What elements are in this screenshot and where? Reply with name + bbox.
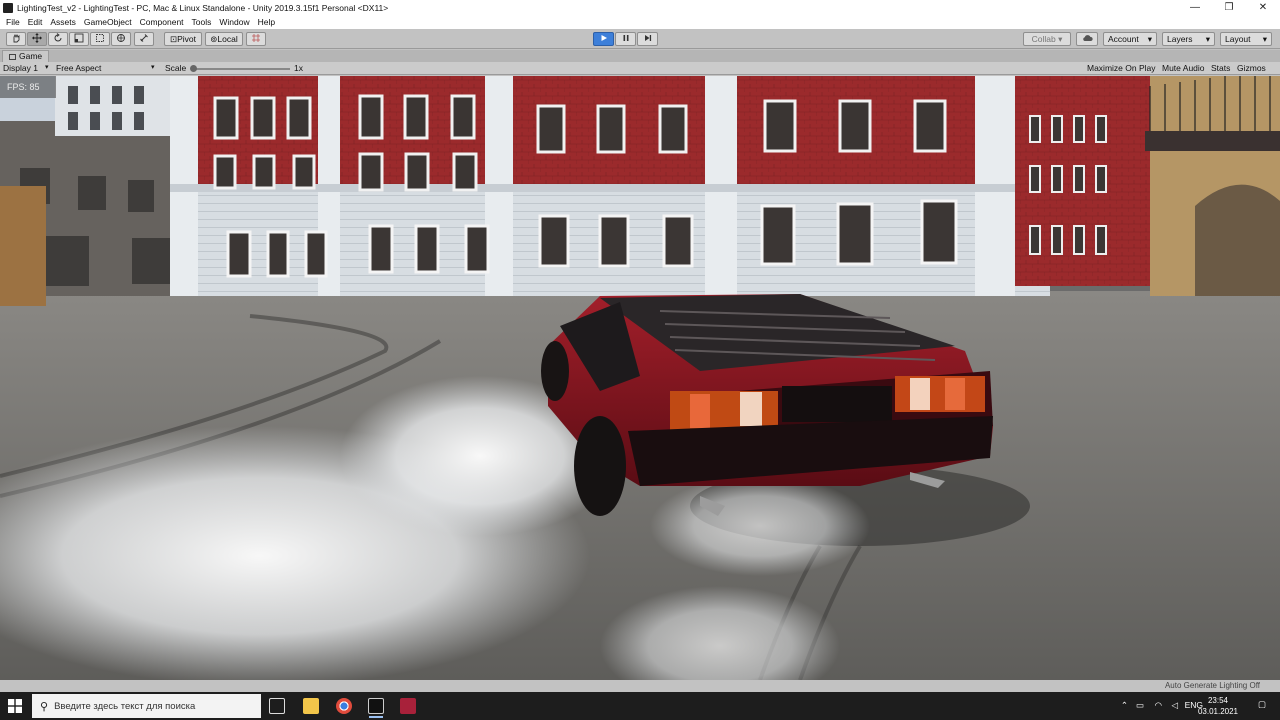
move-icon	[32, 33, 42, 43]
local-label: Local	[217, 34, 238, 44]
volume-icon[interactable]: ◁	[1171, 700, 1178, 711]
clock-time: 23:54	[1207, 696, 1228, 705]
scale-label: Scale	[165, 63, 187, 73]
notification-icon[interactable]: ▢	[1258, 699, 1266, 710]
main-toolbar: ⊡Pivot ⊚Local Collab ▾ Account ▾ Layers ▾ …	[0, 29, 1280, 49]
mute-audio-toggle[interactable]: Mute Audio	[1162, 63, 1205, 74]
scale-slider-handle[interactable]	[190, 65, 197, 72]
layers-label: Layers	[1167, 34, 1193, 44]
aspect-caret-icon: ▾	[151, 64, 155, 71]
cloud-button[interactable]	[1076, 32, 1098, 46]
gizmos-dropdown[interactable]: Gizmos	[1237, 63, 1266, 74]
game-view-toolbar: Display 1 ▾ Free Aspect ▾ Scale 1x Maxim…	[0, 62, 1280, 75]
rotate-icon	[54, 33, 62, 42]
menu-window[interactable]: Window	[219, 17, 249, 27]
menu-edit[interactable]: Edit	[28, 17, 43, 27]
game-scene-render	[0, 76, 1280, 680]
tray-chevron-icon[interactable]: ⌃	[1121, 700, 1128, 711]
game-viewport[interactable]: FPS: 85	[0, 76, 1280, 680]
layout-dropdown[interactable]: Layout ▾	[1220, 32, 1272, 46]
menu-assets[interactable]: Assets	[50, 17, 76, 27]
stats-toggle[interactable]: Stats	[1211, 63, 1230, 74]
window-title-bar: LightingTest_v2 - LightingTest - PC, Mac…	[0, 0, 1280, 15]
search-icon: ⚲	[40, 700, 49, 713]
account-label: Account	[1108, 34, 1139, 44]
display-dropdown[interactable]: Display 1	[3, 63, 38, 74]
step-button[interactable]	[637, 32, 658, 46]
search-input[interactable]: Введите здесь текст для поиска	[54, 701, 195, 712]
menu-file[interactable]: File	[6, 17, 20, 27]
transform-tool-button[interactable]	[111, 32, 131, 46]
tab-game-label: Game	[19, 51, 43, 61]
taskbar-search-box[interactable]: ⚲ Введите здесь текст для поиска	[32, 694, 261, 718]
windows-start-icon[interactable]	[8, 699, 22, 713]
chrome-icon[interactable]	[336, 698, 352, 714]
account-dropdown[interactable]: Account ▾	[1103, 32, 1157, 46]
pivot-toggle[interactable]: ⊡Pivot	[164, 32, 202, 46]
account-caret-icon: ▾	[1147, 34, 1152, 44]
custom-tool-button[interactable]	[134, 32, 154, 46]
grid-snap-icon	[252, 34, 260, 42]
snap-toggle[interactable]	[246, 32, 266, 46]
display-caret-icon: ▾	[45, 64, 49, 71]
rect-tool-icon	[96, 34, 104, 42]
scale-value: 1x	[294, 63, 303, 73]
layers-dropdown[interactable]: Layers ▾	[1162, 32, 1215, 46]
play-button[interactable]	[593, 32, 614, 46]
pause-icon	[623, 35, 628, 41]
wifi-icon[interactable]: ◠	[1155, 700, 1162, 711]
cloud-icon	[1082, 35, 1093, 41]
menu-bar: File Edit Assets GameObject Component To…	[0, 15, 1280, 29]
pivot-label: Pivot	[177, 34, 197, 44]
hand-icon	[13, 33, 20, 43]
layers-caret-icon: ▾	[1205, 34, 1210, 44]
collab-button[interactable]: Collab ▾	[1023, 32, 1071, 46]
unity-logo-icon	[3, 2, 13, 13]
restore-button[interactable]: ❐	[1212, 0, 1246, 15]
file-explorer-icon[interactable]	[303, 698, 319, 714]
taskbar-clock[interactable]: 23:54 03.01.2021	[1198, 695, 1238, 717]
tab-game[interactable]: Game	[2, 50, 50, 62]
task-view-icon[interactable]	[269, 698, 285, 714]
layout-caret-icon: ▾	[1262, 34, 1267, 44]
windows-taskbar: ⚲ Введите здесь текст для поиска ⌃ ▭ ◠ ◁…	[0, 692, 1280, 720]
maximize-on-play-toggle[interactable]: Maximize On Play	[1087, 63, 1156, 74]
tab-bar: Game	[0, 50, 1280, 62]
layout-label: Layout	[1225, 34, 1251, 44]
fps-counter: FPS: 85	[0, 76, 56, 98]
transform-icon	[117, 34, 125, 42]
rotate-tool-button[interactable]	[48, 32, 68, 46]
play-icon	[601, 35, 607, 41]
clock-date: 03.01.2021	[1197, 707, 1238, 716]
pause-button[interactable]	[615, 32, 636, 46]
window-title: LightingTest_v2 - LightingTest - PC, Mac…	[17, 2, 389, 13]
unity-taskbar-icon[interactable]	[368, 698, 384, 718]
rect-tool-button[interactable]	[90, 32, 110, 46]
menu-tools[interactable]: Tools	[192, 17, 212, 27]
minimize-button[interactable]: —	[1178, 0, 1212, 15]
menu-gameobject[interactable]: GameObject	[84, 17, 132, 27]
local-toggle[interactable]: ⊚Local	[205, 32, 243, 46]
scale-slider-track[interactable]	[192, 68, 290, 70]
aspect-dropdown[interactable]: Free Aspect	[56, 63, 101, 74]
menu-component[interactable]: Component	[140, 17, 184, 27]
collab-label: Collab ▾	[1031, 34, 1063, 44]
lighting-status: Auto Generate Lighting Off	[1164, 681, 1260, 690]
battery-icon[interactable]: ▭	[1136, 700, 1144, 711]
move-tool-button[interactable]	[27, 32, 47, 46]
wrench-icon	[140, 34, 148, 42]
status-bar: Auto Generate Lighting Off	[0, 680, 1280, 692]
scale-icon	[74, 33, 84, 43]
close-button[interactable]: ✕	[1246, 0, 1280, 15]
hand-tool-button[interactable]	[6, 32, 26, 46]
app-taskbar-icon[interactable]	[400, 698, 416, 714]
menu-help[interactable]: Help	[258, 17, 275, 27]
game-controller-icon	[9, 53, 16, 60]
scale-tool-button[interactable]	[69, 32, 89, 46]
step-icon	[644, 35, 651, 41]
